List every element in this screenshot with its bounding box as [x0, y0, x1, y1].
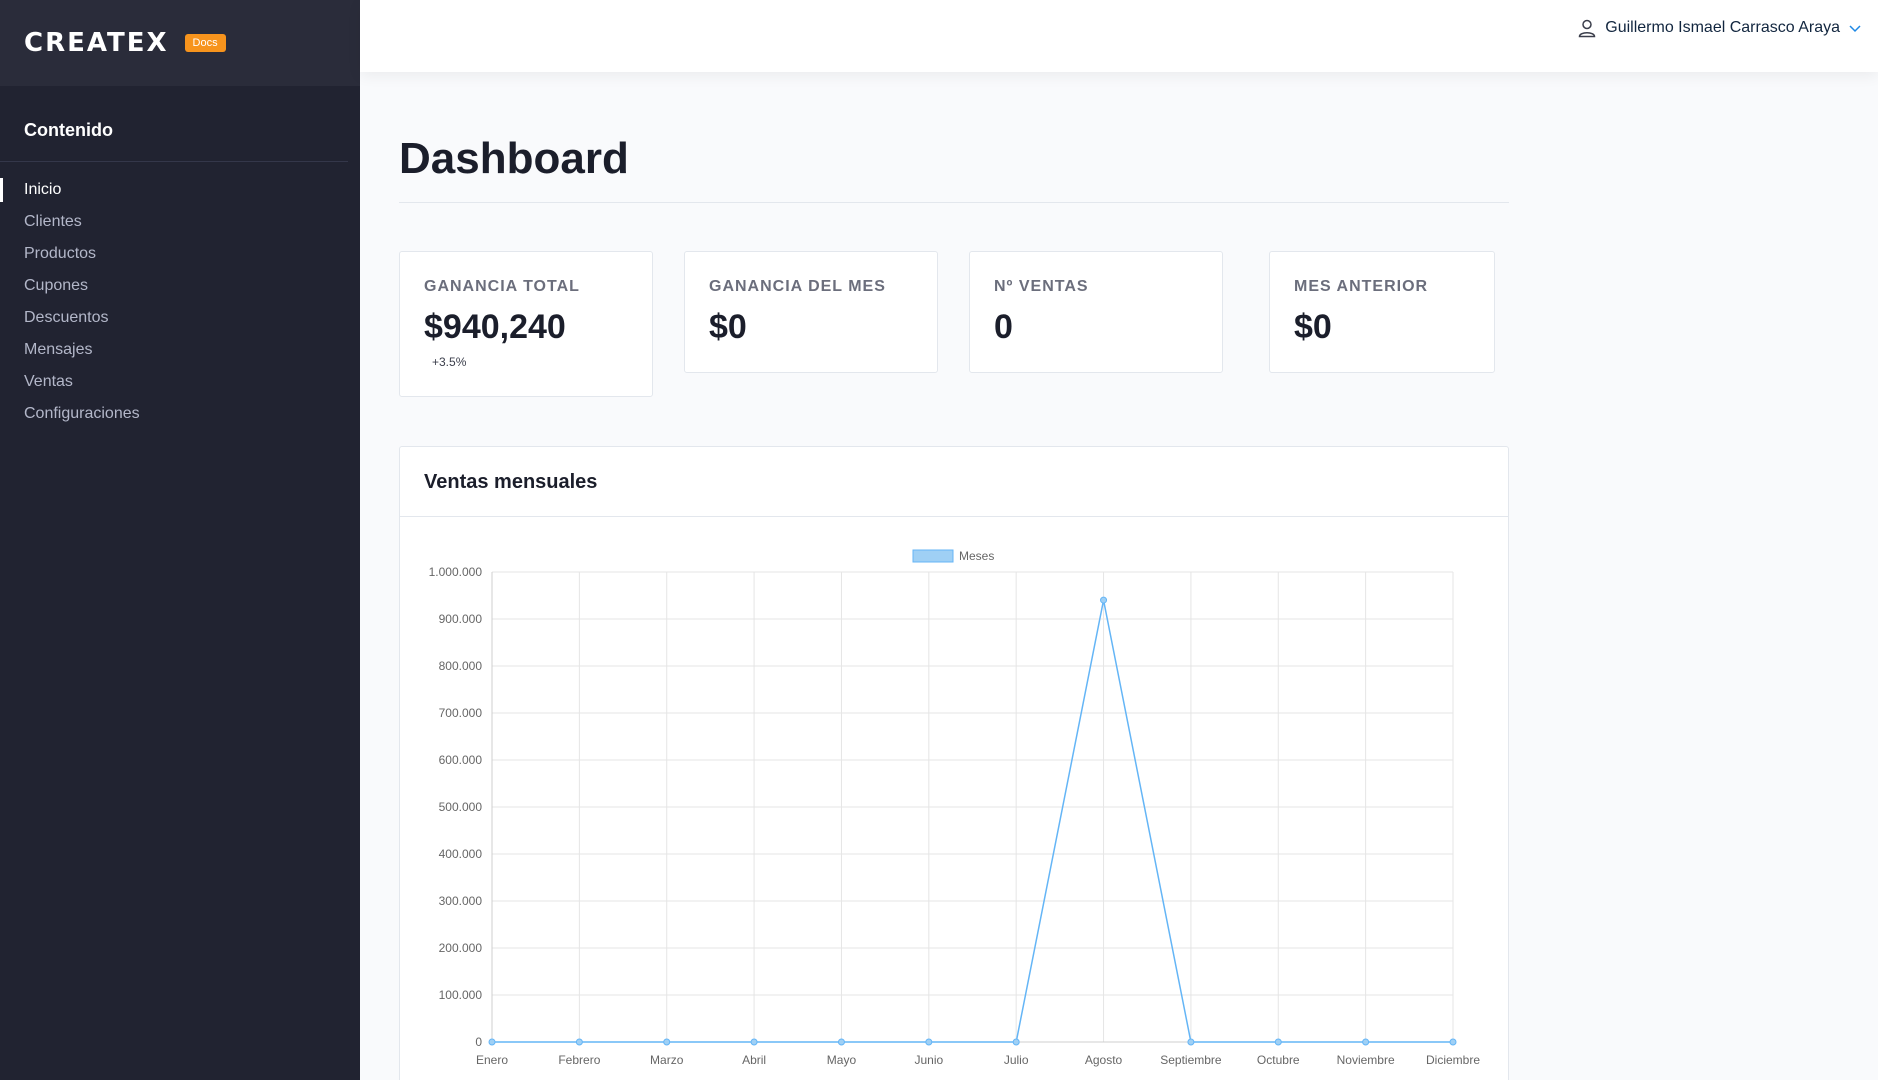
sidebar-item-clientes[interactable]: Clientes — [0, 206, 360, 238]
x-tick-label: Mayo — [827, 1053, 857, 1067]
y-tick-label: 800.000 — [439, 659, 483, 673]
stat-card-ganancia-total: GANANCIA TOTAL $940,240 +3.5% — [399, 251, 653, 397]
data-point — [1100, 596, 1108, 604]
y-tick-label: 200.000 — [439, 941, 483, 955]
docs-badge[interactable]: Docs — [184, 34, 226, 52]
stat-card-mes-anterior: MES ANTERIOR $0 — [1269, 251, 1495, 373]
x-tick-label: Noviembre — [1337, 1053, 1395, 1067]
sidebar-item-ventas[interactable]: Ventas — [0, 366, 360, 398]
data-point — [488, 1038, 496, 1046]
line-chart: 0 100.000 200.000 300.000 400.000 500.000 600.… — [429, 549, 1481, 1067]
stat-label: Nº VENTAS — [994, 278, 1089, 295]
x-tick-label: Junio — [914, 1053, 943, 1067]
data-point — [1274, 1038, 1282, 1046]
x-tick-label: Febrero — [558, 1053, 600, 1067]
x-tick-label: Julio — [1004, 1053, 1029, 1067]
data-point — [1362, 1038, 1370, 1046]
topbar: Guillermo Ismael Carrasco Araya — [360, 0, 1878, 72]
x-tick-label: Abril — [742, 1053, 766, 1067]
x-tick-label: Septiembre — [1160, 1053, 1222, 1067]
y-tick-label: 1.000.000 — [429, 565, 483, 579]
stat-label: GANANCIA TOTAL — [424, 278, 580, 295]
data-point — [750, 1038, 758, 1046]
chart-area: 0 100.000 200.000 300.000 400.000 500.000 600.… — [400, 517, 1510, 1080]
sidebar-item-cupones[interactable]: Cupones — [0, 270, 360, 302]
user-name: Guillermo Ismael Carrasco Araya — [1605, 19, 1840, 36]
stat-label: GANANCIA DEL MES — [709, 278, 886, 295]
stat-value: $940,240 — [424, 308, 566, 346]
stat-value: $0 — [709, 308, 747, 346]
x-tick-label: Agosto — [1085, 1053, 1123, 1067]
sidebar-item-configuraciones[interactable]: Configuraciones — [0, 398, 360, 430]
chart-panel: Ventas mensuales 0 100.000 200.000 300.000 4… — [399, 446, 1509, 1080]
y-tick-label: 900.000 — [439, 612, 483, 626]
sidebar-item-descuentos[interactable]: Descuentos — [0, 302, 360, 334]
main-content: Dashboard GANANCIA TOTAL $940,240 +3.5% … — [399, 72, 1509, 1080]
data-point — [663, 1038, 671, 1046]
data-point — [575, 1038, 583, 1046]
legend-swatch — [912, 549, 954, 563]
y-tick-label: 400.000 — [439, 847, 483, 861]
stat-value: $0 — [1294, 308, 1332, 346]
y-tick-label: 100.000 — [439, 988, 483, 1002]
sidebar-item-inicio[interactable]: Inicio — [0, 174, 360, 206]
y-tick-label: 500.000 — [439, 800, 483, 814]
sidebar: CREATEX Docs Contenido Inicio Clientes P… — [0, 0, 360, 1080]
y-tick-label: 600.000 — [439, 753, 483, 767]
data-point — [1187, 1038, 1195, 1046]
stat-label: MES ANTERIOR — [1294, 278, 1429, 295]
stat-delta: +3.5% — [432, 355, 467, 369]
x-tick-label: Octubre — [1257, 1053, 1300, 1067]
stat-card-ventas: Nº VENTAS 0 — [969, 251, 1223, 373]
legend-label: Meses — [959, 549, 994, 563]
brand-bar: CREATEX Docs — [0, 0, 360, 86]
y-tick-label: 700.000 — [439, 706, 483, 720]
x-tick-label: Marzo — [650, 1053, 684, 1067]
sidebar-nav: Inicio Clientes Productos Cupones Descue… — [0, 162, 360, 430]
page-title: Dashboard — [399, 134, 629, 183]
sidebar-heading: Contenido — [0, 86, 348, 162]
x-tick-label: Enero — [476, 1053, 508, 1067]
y-tick-label: 0 — [475, 1035, 482, 1049]
x-tick-label: Diciembre — [1426, 1053, 1480, 1067]
data-point — [1449, 1038, 1457, 1046]
sidebar-item-mensajes[interactable]: Mensajes — [0, 334, 360, 366]
stat-value: 0 — [994, 308, 1013, 346]
data-point — [837, 1038, 845, 1046]
stat-card-ganancia-mes: GANANCIA DEL MES $0 — [684, 251, 938, 373]
data-point — [1012, 1038, 1020, 1046]
brand-logo[interactable]: CREATEX — [24, 28, 169, 58]
data-point — [925, 1038, 933, 1046]
user-icon — [1578, 19, 1596, 38]
chevron-down-icon — [1849, 25, 1861, 33]
chart-panel-title: Ventas mensuales — [400, 447, 1508, 517]
y-tick-label: 300.000 — [439, 894, 483, 908]
sidebar-item-productos[interactable]: Productos — [0, 238, 360, 270]
stat-cards: GANANCIA TOTAL $940,240 +3.5% GANANCIA D… — [399, 203, 1509, 403]
user-menu[interactable]: Guillermo Ismael Carrasco Araya — [1577, 18, 1862, 38]
